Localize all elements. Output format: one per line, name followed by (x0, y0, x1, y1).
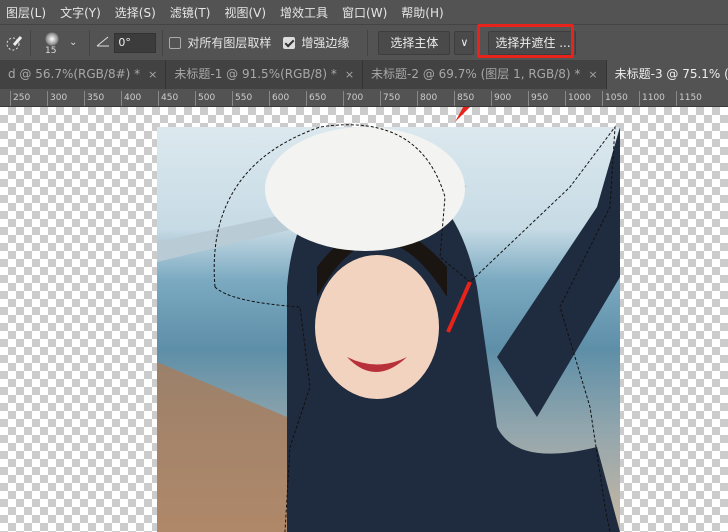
menu-help[interactable]: 帮助(H) (401, 4, 443, 21)
ruler-tick: 650 (306, 91, 326, 106)
ruler-tick: 500 (195, 91, 215, 106)
sample-all-layers-checkbox[interactable]: 对所有图层取样 (169, 34, 271, 51)
ruler-tick: 450 (158, 91, 178, 106)
selection-marching-ants (213, 107, 616, 532)
divider (367, 29, 369, 56)
menu-plugins[interactable]: 增效工具 (280, 4, 328, 21)
tab-label: 未标题-2 @ 69.7% (图层 1, RGB/8) * (371, 67, 581, 81)
ruler-tick: 1050 (602, 91, 628, 106)
enhance-edge-label: 增强边缘 (301, 36, 350, 50)
ruler-tick: 400 (121, 91, 141, 106)
ruler-tick: 900 (491, 91, 511, 106)
tab-label: d @ 56.7%(RGB/8#) * (8, 67, 141, 81)
ruler-tick: 700 (343, 91, 363, 106)
menu-type[interactable]: 文字(Y) (60, 4, 101, 21)
chevron-down-icon: ∨ (460, 36, 469, 49)
checkbox-checked[interactable] (283, 36, 296, 49)
divider (89, 29, 91, 56)
ruler-tick: 750 (380, 91, 400, 106)
menu-layer[interactable]: 图层(L) (6, 4, 46, 21)
tab-untitled-1[interactable]: 未标题-1 @ 91.5%(RGB/8) * × (166, 60, 364, 89)
sample-all-layers-label: 对所有图层取样 (187, 36, 272, 50)
tab-untitled-3[interactable]: 未标题-3 @ 75.1% (图层 3, RGB/8) (606, 60, 728, 89)
menu-filter[interactable]: 滤镜(T) (170, 4, 211, 21)
angle-icon (96, 35, 110, 50)
tab-document[interactable]: d @ 56.7%(RGB/8#) * × (0, 60, 167, 89)
ruler-tick: 550 (232, 91, 252, 106)
checkbox[interactable] (169, 36, 182, 49)
quick-selection-tool-icon[interactable] (4, 33, 24, 53)
ruler-tick: 1000 (565, 91, 591, 106)
document-tabs: d @ 56.7%(RGB/8#) * × 未标题-1 @ 91.5%(RGB/8… (0, 60, 728, 89)
highlight-box (477, 24, 574, 58)
menu-select[interactable]: 选择(S) (115, 4, 156, 21)
arrow-icon (455, 107, 470, 122)
brush-size: 15 (45, 45, 57, 56)
tab-label: 未标题-1 @ 91.5%(RGB/8) * (174, 67, 337, 81)
ruler-tick: 1150 (676, 91, 702, 106)
ruler-tick: 850 (454, 91, 474, 106)
ruler-tick: 250 (10, 91, 30, 106)
brush-preset-picker[interactable]: 15 (41, 30, 65, 56)
close-icon[interactable]: × (345, 68, 354, 81)
menu-window[interactable]: 窗口(W) (342, 4, 387, 21)
horizontal-ruler: 250 300 350 400 450 500 550 600 650 700 750 800 850 9… (0, 89, 728, 107)
angle-input[interactable]: 0° (114, 32, 157, 53)
menu-bar: 图层(L) 文字(Y) 选择(S) 滤镜(T) 视图(V) 增效工具 窗口(W)… (0, 0, 728, 24)
menu-view[interactable]: 视图(V) (224, 4, 266, 21)
tab-label: 未标题-3 @ 75.1% (图层 3, RGB/8) (614, 67, 728, 81)
ruler-tick: 800 (417, 91, 437, 106)
chevron-down-icon[interactable]: ⌄ (69, 37, 77, 48)
select-subject-dropdown[interactable]: ∨ (454, 30, 475, 55)
close-icon[interactable]: × (588, 68, 597, 81)
ruler-tick: 350 (84, 91, 104, 106)
ruler-tick: 950 (528, 91, 548, 106)
select-subject-button[interactable]: 选择主体 (378, 30, 451, 55)
divider (30, 29, 31, 56)
ruler-tick: 300 (47, 91, 67, 106)
brush-tip-icon (45, 31, 59, 46)
tab-untitled-2[interactable]: 未标题-2 @ 69.7% (图层 1, RGB/8) * × (363, 60, 607, 89)
ruler-tick: 600 (269, 91, 289, 106)
ruler-tick: 1100 (639, 91, 665, 106)
close-icon[interactable]: × (148, 68, 157, 81)
options-bar: 15 ⌄ 0° 对所有图层取样 增强边缘 选择主体 ∨ 选择并遮住 ... (0, 24, 728, 60)
divider (162, 29, 164, 56)
enhance-edge-checkbox[interactable]: 增强边缘 (283, 34, 349, 51)
canvas[interactable] (0, 107, 728, 532)
